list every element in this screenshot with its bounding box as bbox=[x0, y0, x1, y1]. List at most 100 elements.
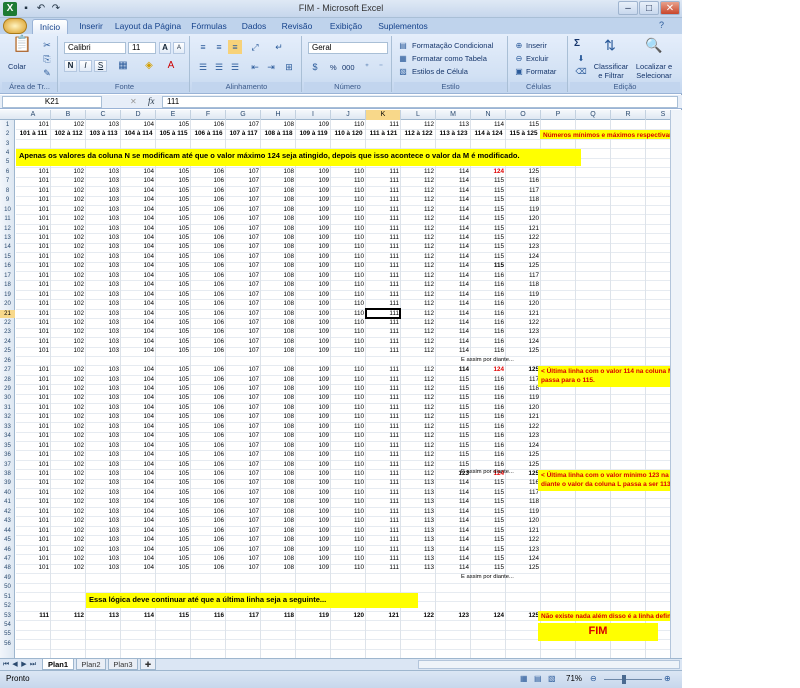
cell-m18[interactable]: 114 bbox=[436, 281, 471, 289]
cell-d23[interactable]: 104 bbox=[121, 328, 156, 336]
cell-i21[interactable]: 109 bbox=[296, 310, 331, 318]
cell-l1[interactable]: 112 bbox=[401, 121, 436, 129]
cell-d37[interactable]: 104 bbox=[121, 461, 156, 469]
cell-m39[interactable]: 114 bbox=[436, 479, 471, 487]
cell-a10[interactable]: 101 bbox=[16, 206, 51, 214]
row-header[interactable]: 16 bbox=[0, 262, 15, 270]
cell-m6[interactable]: 114 bbox=[436, 168, 471, 176]
cell-n12[interactable]: 115 bbox=[471, 225, 506, 233]
cell-m27[interactable]: 114 bbox=[436, 366, 471, 374]
cell-a20[interactable]: 101 bbox=[16, 300, 51, 308]
cell-f42[interactable]: 106 bbox=[191, 508, 226, 516]
cell-f8[interactable]: 106 bbox=[191, 187, 226, 195]
cell-n6[interactable]: 124 bbox=[471, 168, 506, 176]
cell-f17[interactable]: 106 bbox=[191, 272, 226, 280]
cell-b31[interactable]: 102 bbox=[51, 404, 86, 412]
row-header[interactable]: 25 bbox=[0, 347, 15, 355]
cell-k7[interactable]: 111 bbox=[366, 177, 401, 185]
cell-o32[interactable]: 121 bbox=[506, 413, 541, 421]
cell-d44[interactable]: 104 bbox=[121, 527, 156, 535]
cell-b21[interactable]: 102 bbox=[51, 310, 86, 318]
cell-j7[interactable]: 110 bbox=[331, 177, 366, 185]
cell-n19[interactable]: 116 bbox=[471, 291, 506, 299]
cell-l28[interactable]: 112 bbox=[401, 376, 436, 384]
cell-d40[interactable]: 104 bbox=[121, 489, 156, 497]
cell-o14[interactable]: 123 bbox=[506, 243, 541, 251]
cell-c13[interactable]: 103 bbox=[86, 234, 121, 242]
column-header-c[interactable]: C bbox=[86, 110, 121, 120]
cell-m48[interactable]: 114 bbox=[436, 564, 471, 572]
cell-j48[interactable]: 110 bbox=[331, 564, 366, 572]
cell-n39[interactable]: 115 bbox=[471, 479, 506, 487]
sort-filter-button[interactable]: Classificar e Filtrar bbox=[592, 62, 630, 80]
row-header[interactable]: 41 bbox=[0, 498, 15, 506]
row-header[interactable]: 27 bbox=[0, 366, 15, 374]
cell-c21[interactable]: 103 bbox=[86, 310, 121, 318]
cell-m22[interactable]: 114 bbox=[436, 319, 471, 327]
cell-l19[interactable]: 112 bbox=[401, 291, 436, 299]
cell-n8[interactable]: 115 bbox=[471, 187, 506, 195]
cell-f14[interactable]: 106 bbox=[191, 243, 226, 251]
cell-e44[interactable]: 105 bbox=[156, 527, 191, 535]
cell-c44[interactable]: 103 bbox=[86, 527, 121, 535]
cell-l13[interactable]: 112 bbox=[401, 234, 436, 242]
cell-k31[interactable]: 111 bbox=[366, 404, 401, 412]
conditional-format-button[interactable]: Formatação Condicional bbox=[412, 41, 493, 50]
cell-k53[interactable]: 121 bbox=[366, 612, 401, 620]
cell-n7[interactable]: 115 bbox=[471, 177, 506, 185]
cell-g40[interactable]: 107 bbox=[226, 489, 261, 497]
cell-n18[interactable]: 116 bbox=[471, 281, 506, 289]
cell-l40[interactable]: 113 bbox=[401, 489, 436, 497]
row-header[interactable]: 34 bbox=[0, 432, 15, 440]
cell-g22[interactable]: 107 bbox=[226, 319, 261, 327]
row-header[interactable]: 15 bbox=[0, 253, 15, 261]
cell-d22[interactable]: 104 bbox=[121, 319, 156, 327]
cell-j35[interactable]: 110 bbox=[331, 442, 366, 450]
cell-m43[interactable]: 114 bbox=[436, 517, 471, 525]
cell-g17[interactable]: 107 bbox=[226, 272, 261, 280]
cell-k18[interactable]: 111 bbox=[366, 281, 401, 289]
cell-e43[interactable]: 105 bbox=[156, 517, 191, 525]
cell-g43[interactable]: 107 bbox=[226, 517, 261, 525]
align-bottom-icon[interactable]: ≡ bbox=[228, 40, 242, 54]
cell-e15[interactable]: 105 bbox=[156, 253, 191, 261]
cell-d15[interactable]: 104 bbox=[121, 253, 156, 261]
cell-f48[interactable]: 106 bbox=[191, 564, 226, 572]
cell-h36[interactable]: 108 bbox=[261, 451, 296, 459]
cell-m1[interactable]: 113 bbox=[436, 121, 471, 129]
cell-l33[interactable]: 112 bbox=[401, 423, 436, 431]
cell-e8[interactable]: 105 bbox=[156, 187, 191, 195]
cell-h10[interactable]: 108 bbox=[261, 206, 296, 214]
cell-a42[interactable]: 101 bbox=[16, 508, 51, 516]
cell-d25[interactable]: 104 bbox=[121, 347, 156, 355]
cell-c42[interactable]: 103 bbox=[86, 508, 121, 516]
cell-styles-icon[interactable]: ▧ bbox=[396, 65, 410, 79]
cell-f1[interactable]: 106 bbox=[191, 121, 226, 129]
zoom-out-icon[interactable]: ⊖ bbox=[590, 674, 597, 683]
cell-d16[interactable]: 104 bbox=[121, 262, 156, 270]
cell-b28[interactable]: 102 bbox=[51, 376, 86, 384]
cell-a27[interactable]: 101 bbox=[16, 366, 51, 374]
cell-j16[interactable]: 110 bbox=[331, 262, 366, 270]
cell-m46[interactable]: 114 bbox=[436, 546, 471, 554]
cell-i11[interactable]: 109 bbox=[296, 215, 331, 223]
cell-h6[interactable]: 108 bbox=[261, 168, 296, 176]
cell-j37[interactable]: 110 bbox=[331, 461, 366, 469]
cell-n1[interactable]: 114 bbox=[471, 121, 506, 129]
cell-n21[interactable]: 116 bbox=[471, 310, 506, 318]
cell-n28[interactable]: 116 bbox=[471, 376, 506, 384]
cell-b2[interactable]: 102 à 112 bbox=[51, 130, 86, 138]
cell-a18[interactable]: 101 bbox=[16, 281, 51, 289]
cell-l8[interactable]: 112 bbox=[401, 187, 436, 195]
cell-a48[interactable]: 101 bbox=[16, 564, 51, 572]
cell-c38[interactable]: 103 bbox=[86, 470, 121, 478]
cell-c30[interactable]: 103 bbox=[86, 394, 121, 402]
cell-j33[interactable]: 110 bbox=[331, 423, 366, 431]
cell-c46[interactable]: 103 bbox=[86, 546, 121, 554]
cell-k46[interactable]: 111 bbox=[366, 546, 401, 554]
row-header[interactable]: 38 bbox=[0, 470, 15, 478]
cell-k12[interactable]: 111 bbox=[366, 225, 401, 233]
cell-i24[interactable]: 109 bbox=[296, 338, 331, 346]
cell-o23[interactable]: 123 bbox=[506, 328, 541, 336]
cell-e9[interactable]: 105 bbox=[156, 196, 191, 204]
